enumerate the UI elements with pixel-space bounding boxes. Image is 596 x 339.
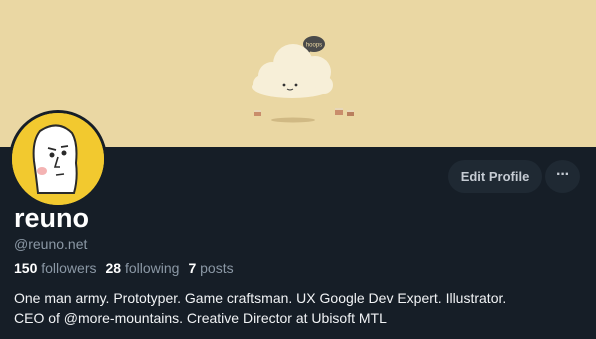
ghost-avatar-illustration [12, 113, 104, 205]
followers-count: 150 [14, 260, 38, 276]
edit-profile-button[interactable]: Edit Profile [448, 160, 542, 193]
following-count: 28 [105, 260, 122, 276]
profile-stats: 150 followers 28 following 7 posts [14, 260, 234, 276]
followers-link[interactable]: 150 followers [14, 260, 97, 276]
following-link[interactable]: 28 following [106, 260, 180, 276]
more-options-button[interactable]: ··· [545, 160, 580, 193]
bubble-text: hoops [306, 43, 322, 49]
cloud-character [252, 44, 333, 98]
bio-line-1: One man army. Prototyper. Game craftsman… [14, 290, 507, 306]
display-name: reuno [14, 203, 90, 233]
avatar[interactable] [9, 110, 107, 208]
posts-count: 7 [188, 260, 197, 276]
posts-link[interactable]: 7 posts [188, 260, 233, 276]
ellipsis-icon: ··· [556, 166, 570, 183]
banner-boxes [254, 108, 354, 116]
followers-label: followers [41, 260, 97, 276]
following-label: following [124, 260, 180, 276]
profile-handle: @reuno.net [14, 236, 88, 252]
bio-line-2: CEO of @more-mountains. Creative Directo… [14, 309, 387, 326]
posts-label: posts [200, 260, 234, 276]
profile-bio: One man army. Prototyper. Game craftsman… [14, 289, 584, 328]
